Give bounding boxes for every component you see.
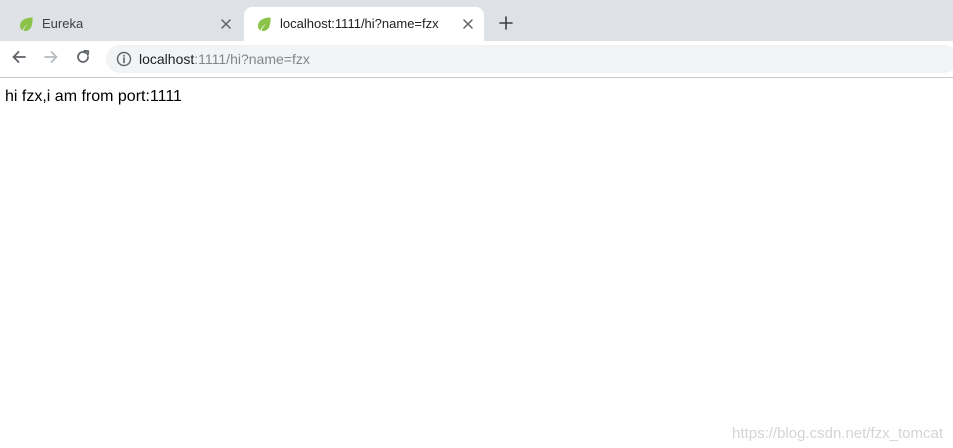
tab-eureka[interactable]: Eureka (6, 7, 242, 41)
tab-title: localhost:1111/hi?name=fzx (280, 16, 439, 31)
tab-strip: Eureka localhost:1111/hi?name=fzx (0, 0, 953, 41)
back-button[interactable] (7, 47, 31, 71)
tab-localhost[interactable]: localhost:1111/hi?name=fzx (244, 7, 484, 41)
plus-icon (499, 15, 513, 35)
spring-leaf-icon (18, 16, 34, 32)
browser-toolbar: localhost:1111/hi?name=fzx (0, 41, 953, 78)
arrow-right-icon (43, 49, 59, 70)
page-content: hi fzx,i am from port:1111 https://blog.… (0, 78, 953, 448)
new-tab-button[interactable] (494, 13, 518, 37)
forward-button[interactable] (39, 47, 63, 71)
address-bar[interactable]: localhost:1111/hi?name=fzx (106, 45, 953, 73)
spring-leaf-icon (256, 16, 272, 32)
arrow-left-icon (11, 49, 27, 70)
browser-window: Eureka localhost:1111/hi?name=fzx localh… (0, 0, 953, 448)
reload-button[interactable] (71, 47, 95, 71)
close-icon[interactable] (460, 16, 476, 32)
url-path: :1111/hi?name=fzx (194, 51, 310, 67)
url-host: localhost (139, 51, 195, 67)
close-icon[interactable] (218, 16, 234, 32)
reload-icon (75, 49, 91, 70)
watermark: https://blog.csdn.net/fzx_tomcat (732, 425, 943, 442)
tab-title: Eureka (42, 16, 84, 31)
response-text: hi fzx,i am from port:1111 (5, 88, 182, 105)
info-circle-icon[interactable] (116, 51, 132, 67)
address-bar-url: localhost:1111/hi?name=fzx (139, 51, 310, 67)
